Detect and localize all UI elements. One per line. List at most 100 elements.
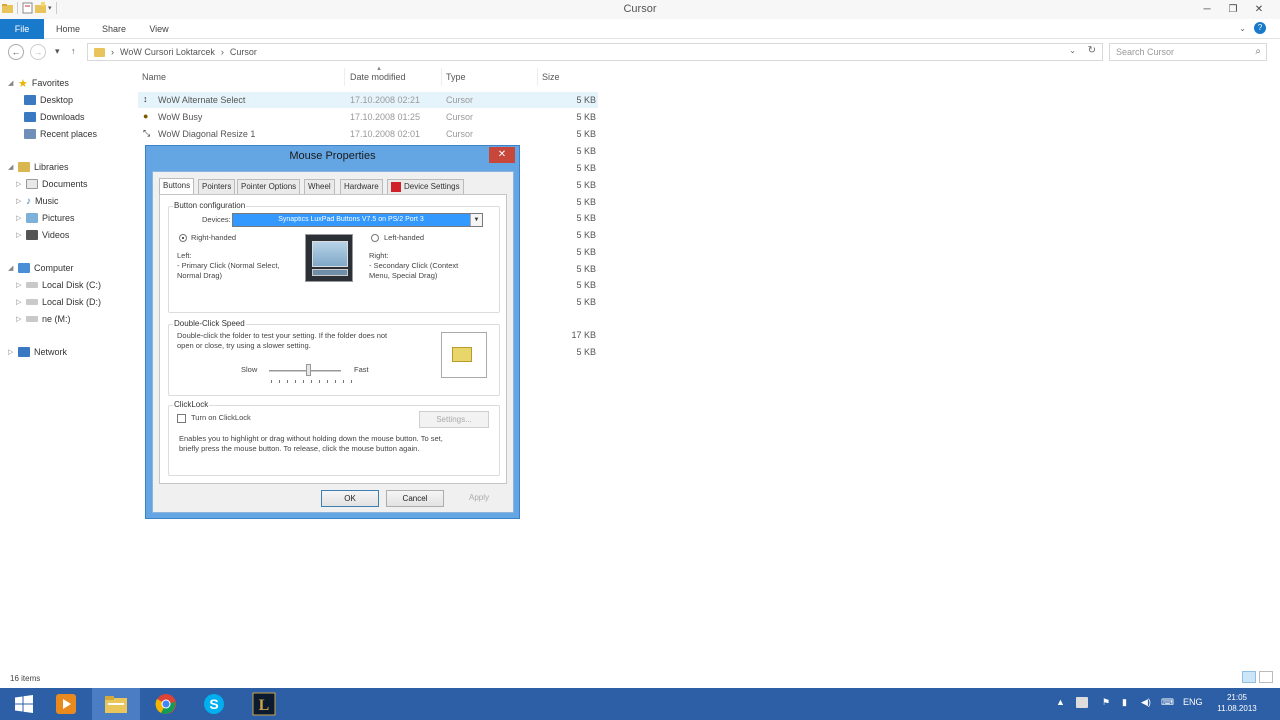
close-icon[interactable]: ✕ <box>1246 0 1272 18</box>
action-center-flag-icon[interactable]: ⚑ <box>1102 697 1110 708</box>
taskbar-clock[interactable]: 21:05 11.08.2013 <box>1212 692 1262 714</box>
column-header-date[interactable]: Date modified <box>350 72 406 82</box>
recent-locations-icon[interactable]: ▾ <box>55 46 60 57</box>
tab-view[interactable]: View <box>143 19 175 39</box>
tab-share[interactable]: Share <box>98 19 130 39</box>
clicklock-checkbox-label[interactable]: Turn on ClickLock <box>191 413 251 423</box>
speed-slider-thumb[interactable] <box>306 364 312 376</box>
apply-button[interactable]: Apply <box>450 490 508 507</box>
details-view-icon[interactable] <box>1242 671 1256 683</box>
search-input[interactable]: Search Cursor ⌕ <box>1109 43 1267 61</box>
up-icon[interactable]: ↑ <box>71 46 76 56</box>
music-icon: ♪ <box>26 195 31 207</box>
nav-local-disk-d[interactable]: ▷ Local Disk (D:) <box>16 295 101 309</box>
taskbar-chrome[interactable] <box>142 688 190 720</box>
column-header-size[interactable]: Size <box>542 72 560 82</box>
breadcrumb-item[interactable]: WoW Cursori Loktarcek <box>120 47 215 57</box>
refresh-icon[interactable]: ↻ <box>1088 45 1096 56</box>
address-bar[interactable]: › WoW Cursori Loktarcek › Cursor ⌄ ↻ <box>87 43 1103 61</box>
language-switch-icon[interactable]: ⌨ <box>1161 697 1174 708</box>
nav-label: Documents <box>42 179 88 189</box>
expand-ribbon-icon[interactable]: ⌄ <box>1239 24 1246 33</box>
collapse-arrow-icon[interactable]: ◢ <box>8 163 14 171</box>
volume-icon[interactable]: ◀) <box>1141 697 1151 708</box>
tab-pointer-options[interactable]: Pointer Options <box>237 179 301 194</box>
expand-arrow-icon[interactable]: ▷ <box>16 214 22 222</box>
input-language-indicator[interactable]: ENG <box>1183 697 1203 707</box>
nav-libraries[interactable]: ◢ Libraries <box>8 160 69 174</box>
dropdown-arrow-icon[interactable]: ▼ <box>470 214 482 226</box>
taskbar-game-launcher[interactable]: L <box>240 688 288 720</box>
nav-label: ne (M:) <box>42 314 71 324</box>
nav-downloads[interactable]: Downloads <box>24 110 85 124</box>
tab-file[interactable]: File <box>0 19 44 39</box>
expand-arrow-icon[interactable]: ▷ <box>16 180 22 188</box>
address-dropdown-icon[interactable]: ⌄ <box>1069 46 1076 55</box>
help-icon[interactable]: ? <box>1254 22 1266 34</box>
tab-wheel[interactable]: Wheel <box>304 179 335 194</box>
forward-icon[interactable]: → <box>30 44 46 60</box>
nav-recent-places[interactable]: Recent places <box>24 127 97 141</box>
right-handed-label[interactable]: Right-handed <box>191 233 236 243</box>
cursor-file-icon: ● <box>143 111 149 121</box>
nav-local-disk-c[interactable]: ▷ Local Disk (C:) <box>16 278 101 292</box>
expand-arrow-icon[interactable]: ▷ <box>16 315 22 323</box>
back-icon[interactable]: ← <box>8 44 24 60</box>
tray-app-icon[interactable] <box>1076 697 1088 708</box>
devices-select[interactable]: Synaptics LuxPad Buttons V7.5 on PS/2 Po… <box>232 213 483 227</box>
ok-button[interactable]: OK <box>321 490 379 507</box>
column-header-type[interactable]: Type <box>446 72 466 82</box>
column-divider[interactable] <box>537 68 538 86</box>
search-icon[interactable]: ⌕ <box>1255 46 1261 57</box>
collapse-arrow-icon[interactable]: ◢ <box>8 79 14 87</box>
network-icon[interactable]: ▮ <box>1122 697 1127 708</box>
nav-videos[interactable]: ▷ Videos <box>16 228 69 242</box>
nav-music[interactable]: ▷ ♪ Music <box>16 194 59 208</box>
breadcrumb-item[interactable]: Cursor <box>230 47 257 57</box>
column-divider[interactable] <box>441 68 442 86</box>
recent-places-icon <box>24 129 36 139</box>
taskbar-file-explorer[interactable] <box>92 688 140 720</box>
right-handed-radio[interactable] <box>179 234 187 242</box>
show-hidden-icons-icon[interactable]: ▲ <box>1056 697 1065 707</box>
nav-favorites[interactable]: ◢ ★ Favorites <box>8 76 69 90</box>
expand-arrow-icon[interactable]: ▷ <box>8 348 14 356</box>
tab-hardware[interactable]: Hardware <box>340 179 383 194</box>
expand-arrow-icon[interactable]: ▷ <box>16 197 22 205</box>
nav-computer[interactable]: ◢ Computer <box>8 261 74 275</box>
test-folder[interactable] <box>441 332 487 378</box>
tab-home[interactable]: Home <box>52 19 84 39</box>
tab-buttons[interactable]: Buttons <box>159 178 195 195</box>
taskbar-media-player[interactable] <box>42 688 90 720</box>
clicklock-settings-button[interactable]: Settings... <box>419 411 489 428</box>
nav-pictures[interactable]: ▷ Pictures <box>16 211 75 225</box>
clicklock-checkbox[interactable] <box>177 414 186 423</box>
start-button[interactable] <box>0 688 48 720</box>
large-icons-view-icon[interactable] <box>1259 671 1273 683</box>
restore-icon[interactable]: ❐ <box>1220 0 1246 18</box>
left-handed-label[interactable]: Left-handed <box>384 233 424 243</box>
file-size: 5 KB <box>576 230 596 240</box>
table-row[interactable]: ↕ WoW Alternate Select 17.10.2008 02:21 … <box>138 92 598 108</box>
left-handed-radio[interactable] <box>371 234 379 242</box>
nav-drive-m[interactable]: ▷ ne (M:) <box>16 312 71 326</box>
nav-desktop[interactable]: Desktop <box>24 93 73 107</box>
tab-pointers[interactable]: Pointers <box>198 179 236 194</box>
column-header-name[interactable]: Name <box>142 72 166 82</box>
table-row[interactable]: ⤡ WoW Diagonal Resize 1 17.10.2008 02:01… <box>138 126 598 142</box>
expand-arrow-icon[interactable]: ▷ <box>16 298 22 306</box>
minimize-icon[interactable]: ─ <box>1194 0 1220 18</box>
close-icon[interactable]: ✕ <box>489 147 515 163</box>
cancel-button[interactable]: Cancel <box>386 490 444 507</box>
column-divider[interactable] <box>344 68 345 86</box>
tab-device-settings[interactable]: Device Settings <box>387 179 464 194</box>
nav-network[interactable]: ▷ Network <box>8 345 67 359</box>
speed-slider-track[interactable] <box>269 370 341 372</box>
expand-arrow-icon[interactable]: ▷ <box>16 231 22 239</box>
expand-arrow-icon[interactable]: ▷ <box>16 281 22 289</box>
taskbar-skype[interactable]: S <box>190 688 238 720</box>
nav-documents[interactable]: ▷ Documents <box>16 177 88 191</box>
nav-label: Videos <box>42 230 70 240</box>
table-row[interactable]: ● WoW Busy 17.10.2008 01:25 Cursor 5 KB <box>138 109 598 125</box>
collapse-arrow-icon[interactable]: ◢ <box>8 264 14 272</box>
